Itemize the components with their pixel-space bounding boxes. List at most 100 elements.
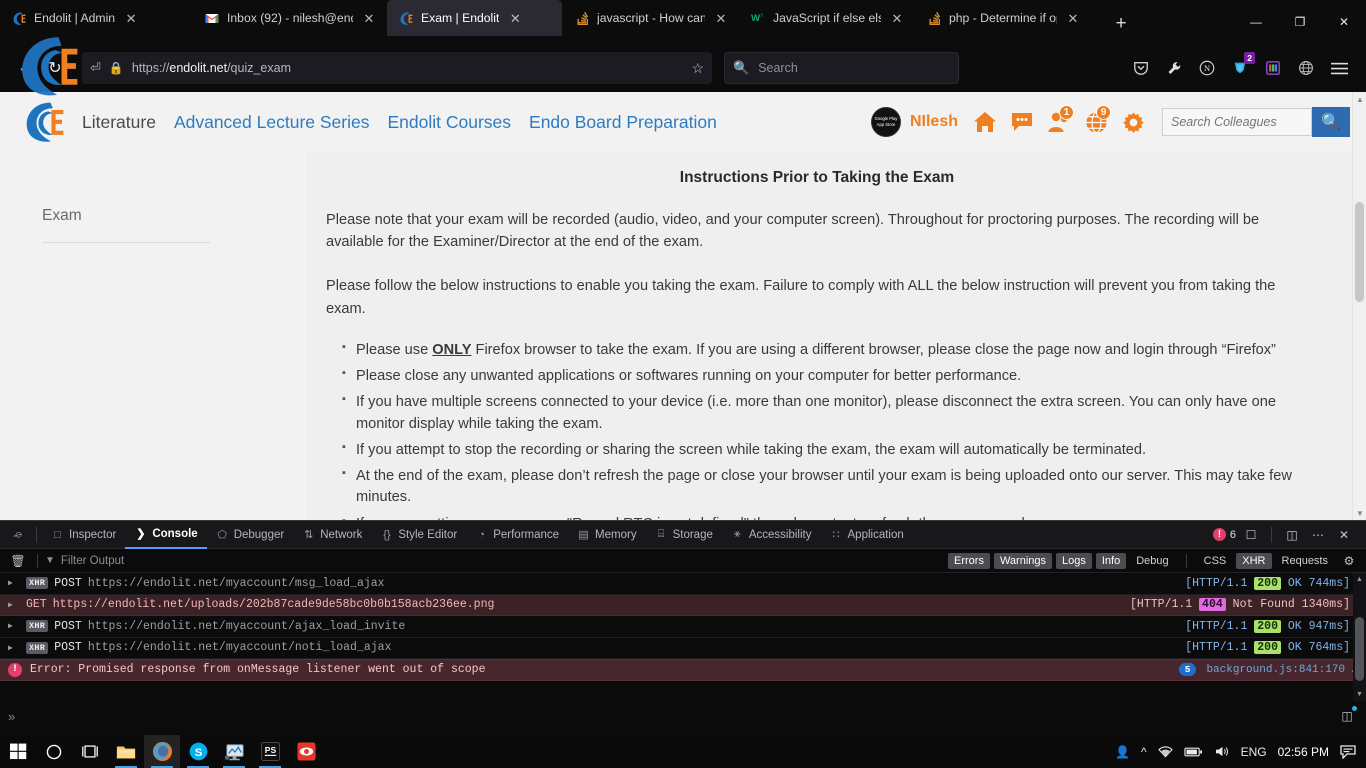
console-scrollbar-thumb[interactable] (1355, 617, 1364, 681)
skype-button[interactable]: S (180, 735, 216, 768)
expand-arrow-icon[interactable]: ▶ (8, 621, 26, 631)
responsive-mode-icon[interactable]: ☐ (1240, 524, 1262, 546)
devtools-tab-memory[interactable]: ▤ Memory (568, 521, 646, 549)
request-url[interactable]: https://endolit.net/myaccount/noti_load_… (88, 641, 392, 654)
page-scrollbar-thumb[interactable] (1355, 202, 1364, 302)
scroll-down-arrow-icon[interactable]: ▼ (1353, 506, 1366, 520)
notion-icon[interactable]: N (1192, 53, 1222, 83)
console-network-row[interactable]: ▶ XHR POST https://endolit.net/myaccount/no… (0, 638, 1366, 659)
request-url[interactable]: https://endolit.net/uploads/202b87cade9d… (53, 598, 495, 611)
tab-close-icon[interactable]: ✕ (1064, 9, 1082, 27)
split-console-icon[interactable]: ◫ (1336, 705, 1358, 727)
error-count-indicator[interactable]: ! 6 (1212, 528, 1236, 541)
devtools-tab-debugger[interactable]: ⬠ Debugger (207, 521, 294, 549)
tab-close-icon[interactable]: ✕ (712, 9, 730, 27)
expand-arrow-icon[interactable]: ▶ (8, 643, 26, 653)
browser-tab[interactable]: Exam | Endolit ✕ (387, 0, 562, 36)
extension-icon[interactable]: 2 (1225, 52, 1255, 83)
globe-icon[interactable] (1291, 53, 1321, 83)
filter-button-requests[interactable]: Requests (1276, 553, 1334, 569)
people-icon[interactable]: 👤 (1115, 745, 1130, 759)
colleague-search-input[interactable] (1162, 108, 1312, 136)
menu-icon[interactable] (1324, 53, 1354, 83)
photoshop-button[interactable]: PS (252, 735, 288, 768)
start-button[interactable] (0, 735, 36, 768)
console-error-row[interactable]: ! Error: Promised response from onMessag… (0, 659, 1366, 681)
console-network-row[interactable]: ▶ XHR POST https://endolit.net/myaccount/ms… (0, 573, 1366, 595)
devtools-tab-console[interactable]: ❯ Console (125, 521, 207, 549)
battery-icon[interactable] (1183, 746, 1203, 758)
console-scrollbar[interactable]: ▲ ▼ (1353, 573, 1366, 701)
filter-button-errors[interactable]: Errors (948, 552, 990, 569)
console-network-row[interactable]: ▶ XHR POST https://endolit.net/myaccount/aj… (0, 616, 1366, 638)
back-button[interactable]: ← (10, 53, 40, 83)
dock-toggle-icon[interactable]: ◫ (1281, 524, 1303, 546)
devtools-tab-style-editor[interactable]: {} Style Editor (371, 521, 466, 549)
language-indicator[interactable]: ENG (1241, 745, 1267, 759)
task-view-button[interactable] (72, 735, 108, 768)
username-label[interactable]: NIlesh (910, 113, 958, 131)
devtools-tab-network[interactable]: ⇅ Network (293, 521, 371, 549)
close-devtools-icon[interactable]: ✕ (1333, 524, 1355, 546)
error-source-link[interactable]: background.js:841:170 (1206, 664, 1345, 676)
app-store-badges-icon[interactable]: Google Play App Store (870, 107, 901, 137)
request-url[interactable]: https://endolit.net/myaccount/msg_load_a… (88, 577, 385, 590)
browser-search-bar[interactable]: 🔍 Search (724, 52, 959, 84)
firefox-button[interactable] (144, 735, 180, 768)
devtools-tab-inspector[interactable]: □ Inspector (42, 521, 125, 549)
page-scrollbar[interactable]: ▲ ▼ (1352, 92, 1366, 520)
site-logo-icon[interactable] (22, 99, 68, 145)
messages-icon[interactable] (1008, 108, 1036, 136)
star-icon[interactable]: ☆ (691, 60, 704, 77)
clear-console-icon[interactable]: 🗑 (6, 551, 30, 571)
screen-recorder-button[interactable] (216, 735, 252, 768)
console-scroll-down-icon[interactable]: ▼ (1353, 688, 1366, 701)
show-hidden-icons-icon[interactable]: ^ (1141, 745, 1147, 759)
action-center-icon[interactable] (1340, 744, 1356, 759)
browser-tab[interactable]: W3 JavaScript if else else if ✕ (739, 0, 914, 36)
site-nav-link[interactable]: Endo Board Preparation (529, 112, 717, 133)
tab-close-icon[interactable]: ✕ (888, 9, 906, 27)
element-picker-icon[interactable]: ⌮ (5, 524, 31, 546)
filter-button-css[interactable]: CSS (1198, 553, 1233, 569)
expand-arrow-icon[interactable]: ▶ (8, 578, 26, 588)
cortana-search-button[interactable] (36, 735, 72, 768)
volume-icon[interactable] (1214, 745, 1230, 758)
colleague-search-button[interactable]: 🔍 (1312, 107, 1350, 137)
devtools-tab-accessibility[interactable]: ⚹ Accessibility (722, 521, 821, 549)
devtools-tab-performance[interactable]: ◔ Performance (466, 521, 568, 549)
wrench-icon[interactable] (1159, 53, 1189, 83)
expand-arrow-icon[interactable]: ▶ (8, 600, 26, 610)
site-nav-link[interactable]: Endolit Courses (387, 112, 511, 133)
address-bar[interactable]: ⏎ 🔒 https://endolit.net/quiz_exam ☆ (82, 52, 712, 84)
wifi-icon[interactable] (1157, 745, 1173, 758)
new-tab-button[interactable]: + (1106, 9, 1136, 39)
site-nav-link[interactable]: Advanced Lecture Series (174, 112, 370, 133)
notifications-globe-icon[interactable]: 9 (1082, 105, 1111, 136)
file-explorer-button[interactable] (108, 735, 144, 768)
colorpicker-icon[interactable] (1258, 53, 1288, 83)
connections-icon[interactable]: 1 (1045, 105, 1074, 136)
scroll-up-arrow-icon[interactable]: ▲ (1353, 92, 1366, 106)
filter-button-warnings[interactable]: Warnings (993, 552, 1053, 569)
tab-close-icon[interactable]: ✕ (506, 9, 524, 27)
site-nav-link[interactable]: Literature (82, 112, 156, 133)
colleague-search[interactable]: 🔍 (1162, 107, 1350, 137)
browser-tab[interactable]: javascript - How can I get ✕ (563, 0, 738, 36)
more-options-icon[interactable]: ⋯ (1307, 524, 1329, 546)
minimize-button[interactable]: — (1234, 2, 1278, 42)
taskbar-clock[interactable]: 02:56 PM (1278, 745, 1329, 759)
browser-tab[interactable]: php - Determine if operat ✕ (915, 0, 1090, 36)
maximize-button[interactable]: ❐ (1278, 2, 1322, 42)
home-icon[interactable] (971, 108, 999, 136)
reload-button[interactable]: ↻ (40, 53, 70, 83)
console-scroll-up-icon[interactable]: ▲ (1353, 573, 1366, 586)
console-network-row[interactable]: ▶ GET https://endolit.net/uploads/202b87ca… (0, 594, 1366, 616)
pocket-icon[interactable] (1126, 53, 1156, 83)
media-app-button[interactable] (288, 735, 324, 768)
browser-tab[interactable]: Inbox (92) - nilesh@endol ✕ (193, 0, 386, 36)
settings-gear-icon[interactable] (1119, 108, 1147, 136)
close-window-button[interactable]: ✕ (1322, 2, 1366, 42)
filter-button-debug[interactable]: Debug (1130, 553, 1174, 569)
request-url[interactable]: https://endolit.net/myaccount/ajax_load_… (88, 620, 405, 633)
